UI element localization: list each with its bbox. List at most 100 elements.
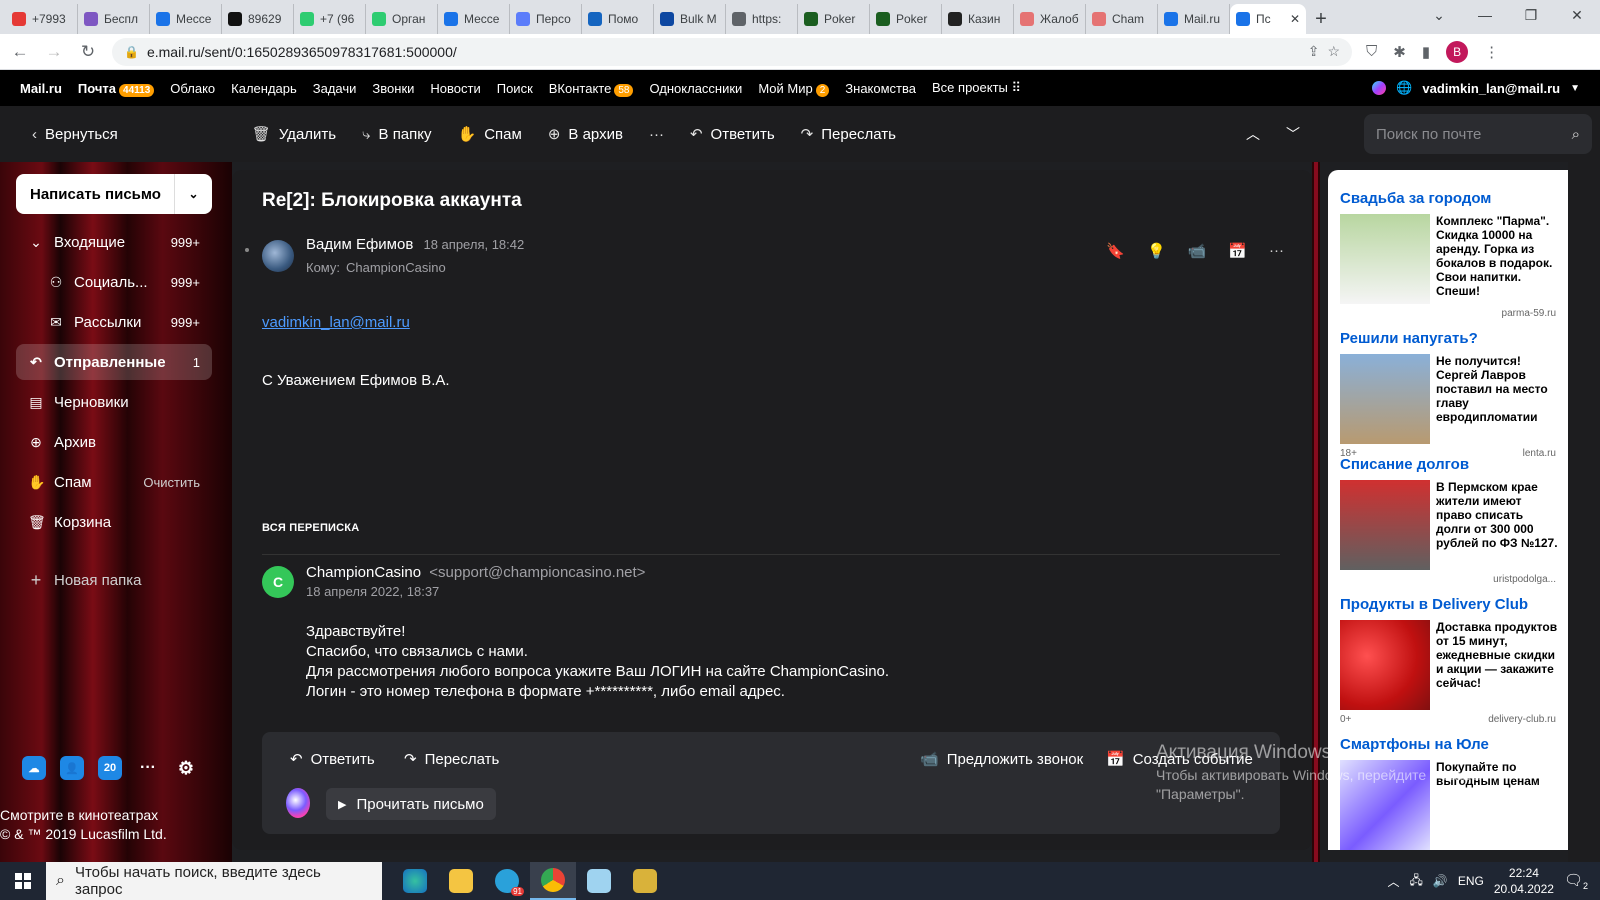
compose-button[interactable]: Написать письмо ⌄: [16, 174, 212, 214]
chrome-icon[interactable]: [530, 862, 576, 900]
extensions-puzzle-icon[interactable]: ✱: [1393, 43, 1406, 61]
more-apps-icon[interactable]: ···: [136, 756, 160, 780]
clock[interactable]: 22:24 20.04.2022: [1494, 865, 1554, 897]
ad-card[interactable]: Свадьба за городом Комплекс "Парма". Ски…: [1340, 190, 1556, 319]
email-link[interactable]: vadimkin_lan@mail.ru: [262, 314, 410, 331]
browser-tab[interactable]: Cham: [1086, 4, 1158, 34]
browser-tab[interactable]: Bulk M: [654, 4, 726, 34]
ad-image[interactable]: [1340, 354, 1430, 444]
browser-tab[interactable]: https:: [726, 4, 798, 34]
sidebar-item-spam[interactable]: ✋ Спам Очистить: [16, 464, 212, 500]
browser-tab[interactable]: Жалоб: [1014, 4, 1086, 34]
voice-assistant-icon[interactable]: [286, 788, 310, 818]
ad-title[interactable]: Решили напугать?: [1340, 330, 1556, 347]
close-window-button[interactable]: ✕: [1554, 0, 1600, 30]
reply-button[interactable]: ↶ Ответить: [290, 750, 375, 769]
notifications-icon[interactable]: 🗨2: [1564, 871, 1588, 891]
suggest-call-button[interactable]: 📹 Предложить звонок: [920, 750, 1083, 769]
sidebar-item-drafts[interactable]: ▤ Черновики: [16, 384, 212, 420]
ad-image[interactable]: [1340, 480, 1430, 570]
portal-link-cloud[interactable]: Облако: [170, 81, 215, 96]
ad-title[interactable]: Продукты в Delivery Club: [1340, 596, 1556, 613]
forward-button[interactable]: ↷ Переслать: [404, 750, 499, 769]
browser-tab[interactable]: Беспл: [78, 4, 150, 34]
avatar[interactable]: C: [262, 566, 294, 598]
portal-link-mailru[interactable]: Mail.ru: [20, 81, 62, 96]
taskbar-search-input[interactable]: ⌕ Чтобы начать поиск, введите здесь запр…: [46, 862, 382, 900]
quoted-sender-name[interactable]: ChampionCasino: [306, 564, 421, 581]
browser-tab[interactable]: +7 (96: [294, 4, 366, 34]
avatar[interactable]: [262, 240, 294, 272]
file-explorer-icon[interactable]: [438, 862, 484, 900]
read-aloud-button[interactable]: ▶ Прочитать письмо: [326, 788, 496, 820]
reload-icon[interactable]: ↻: [78, 42, 98, 62]
portal-link-all-projects[interactable]: Все проекты ⠿: [932, 80, 1021, 96]
sidebar-item-trash[interactable]: 🗑 Корзина: [16, 504, 212, 540]
side-panel-icon[interactable]: ▮: [1422, 43, 1430, 61]
new-folder-button[interactable]: + Новая папка: [16, 562, 212, 598]
tab-active[interactable]: Пс ✕: [1230, 4, 1306, 34]
edge-browser-icon[interactable]: [392, 862, 438, 900]
portal-link-dating[interactable]: Знакомства: [845, 81, 916, 96]
previous-message-icon[interactable]: ︿: [1246, 124, 1260, 144]
new-tab-button[interactable]: +: [1306, 4, 1336, 34]
more-actions-button[interactable]: ···: [649, 126, 664, 143]
browser-tab[interactable]: Mail.ru: [1158, 4, 1230, 34]
ad-title[interactable]: Свадьба за городом: [1340, 190, 1556, 207]
share-icon[interactable]: ⇪: [1308, 43, 1320, 60]
video-call-icon[interactable]: 📹: [1188, 242, 1207, 260]
forward-button[interactable]: ↷ Переслать: [801, 125, 896, 144]
chevron-down-icon[interactable]: ⌄: [28, 234, 44, 251]
back-button[interactable]: ‹ Вернуться: [32, 126, 118, 143]
start-button[interactable]: [0, 862, 46, 900]
back-arrow-icon[interactable]: ←: [10, 42, 30, 62]
delete-button[interactable]: 🗑 Удалить: [252, 125, 336, 144]
sender-name[interactable]: Вадим Ефимов: [306, 236, 413, 253]
bookmark-star-icon[interactable]: ☆: [1327, 43, 1340, 60]
portal-link-calls[interactable]: Звонки: [372, 81, 414, 96]
portal-link-search[interactable]: Поиск: [497, 81, 533, 96]
tab-search-icon[interactable]: ⌄: [1416, 0, 1462, 30]
marusia-orb-icon[interactable]: [1372, 81, 1387, 95]
reply-button[interactable]: ↶ Ответить: [690, 125, 775, 144]
network-icon[interactable]: 🖧: [1410, 871, 1423, 892]
more-dots-icon[interactable]: ···: [1269, 242, 1284, 260]
move-to-folder-button[interactable]: ⤷ В папку: [362, 126, 431, 143]
portal-link-mail[interactable]: Почта 44113: [78, 81, 155, 97]
calendar-icon[interactable]: 📅: [1228, 242, 1247, 260]
clear-spam-button[interactable]: Очистить: [143, 475, 200, 490]
browser-tab[interactable]: Персо: [510, 4, 582, 34]
compose-dropdown-chevron-icon[interactable]: ⌄: [174, 174, 212, 214]
browser-tab[interactable]: Poker: [798, 4, 870, 34]
close-tab-icon[interactable]: ✕: [1290, 12, 1300, 26]
cloud-app-icon[interactable]: ☁: [22, 756, 46, 780]
language-indicator[interactable]: ENG: [1458, 874, 1484, 888]
ad-image[interactable]: [1340, 620, 1430, 710]
volume-icon[interactable]: 🔊: [1433, 874, 1448, 888]
lightbulb-icon[interactable]: 💡: [1147, 242, 1166, 260]
ad-title[interactable]: Списание долгов: [1340, 456, 1556, 473]
tray-chevron-up-icon[interactable]: ︿: [1388, 873, 1400, 890]
browser-tab[interactable]: Помо: [582, 4, 654, 34]
extension-shield-icon[interactable]: ⛉: [1366, 43, 1377, 60]
browser-tab[interactable]: Poker: [870, 4, 942, 34]
ad-card[interactable]: Продукты в Delivery Club Доставка продук…: [1340, 596, 1557, 725]
portal-link-news[interactable]: Новости: [430, 81, 480, 96]
sidebar-item-archive[interactable]: ⊕ Архив: [16, 424, 212, 460]
browser-tab[interactable]: Мессе: [438, 4, 510, 34]
ad-card[interactable]: Решили напугать? Не получится! Сергей Ла…: [1340, 330, 1556, 459]
portal-link-ok[interactable]: Одноклассники: [649, 81, 742, 96]
bookmark-icon[interactable]: 🔖: [1106, 242, 1125, 260]
browser-tab[interactable]: Мессе: [150, 4, 222, 34]
ad-card[interactable]: Списание долгов В Пермском крае жители и…: [1340, 456, 1558, 585]
forward-arrow-icon[interactable]: →: [44, 42, 64, 62]
portal-link-tasks[interactable]: Задачи: [313, 81, 357, 96]
telegram-icon[interactable]: 91: [484, 862, 530, 900]
profile-avatar[interactable]: B: [1446, 40, 1469, 63]
sidebar-item-sent[interactable]: ↶ Отправленные 1: [16, 344, 212, 380]
archive-app-icon[interactable]: [622, 862, 668, 900]
menu-kebab-icon[interactable]: ⋮: [1484, 43, 1499, 61]
search-icon[interactable]: ⌕: [1572, 126, 1580, 143]
maximize-button[interactable]: ❐: [1508, 0, 1554, 30]
portal-link-vk[interactable]: ВКонтакте 58: [549, 81, 634, 97]
